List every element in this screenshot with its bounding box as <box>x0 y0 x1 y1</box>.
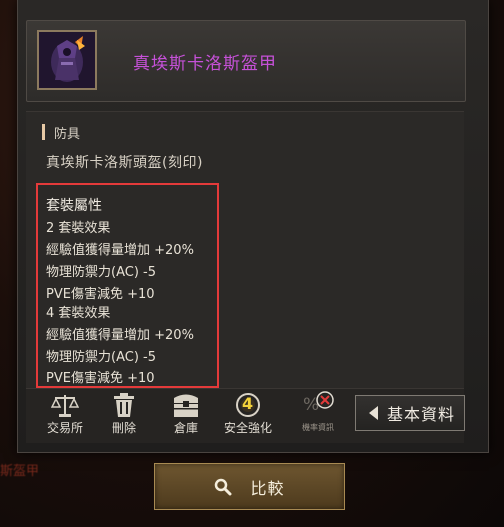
basic-info-button[interactable]: 基本資料 <box>355 395 465 431</box>
delete-button[interactable]: 刪除 <box>94 392 154 436</box>
set-attribute-line: 物理防禦力(AC) -5 <box>46 265 156 280</box>
set-attribute-line: 經驗值獲得量增加 +20% <box>46 328 194 343</box>
probability-info-label: 機率資訊 <box>302 423 334 432</box>
item-header: 真埃斯卡洛斯盔甲 <box>26 20 466 102</box>
set-attributes-title: 套裝屬性 <box>46 198 102 214</box>
category-marker <box>42 124 45 140</box>
background-text-fragment: 斯盔甲 <box>0 464 40 479</box>
trade-label: 交易所 <box>46 421 83 435</box>
warehouse-button[interactable]: 倉庫 <box>156 392 216 436</box>
set-attribute-line: PVE傷害減免 +10 <box>46 287 155 302</box>
set-attribute-line: 物理防禦力(AC) -5 <box>46 350 156 365</box>
compare-button[interactable]: 比較 <box>154 463 345 510</box>
safe-enhance-button[interactable]: 4 安全強化 <box>218 392 278 436</box>
item-category: 防具 <box>54 127 81 142</box>
warehouse-label: 倉庫 <box>173 421 198 435</box>
set-attribute-line: 4 套裝效果 <box>46 306 111 321</box>
close-icon <box>316 391 334 409</box>
set-attribute-line: 經驗值獲得量增加 +20% <box>46 243 194 258</box>
trade-button[interactable]: 交易所 <box>35 392 95 436</box>
enhance-icon: 4 <box>233 392 263 418</box>
set-attribute-line: PVE傷害減免 +10 <box>46 371 155 386</box>
compare-label: 比較 <box>250 478 285 498</box>
scales-icon <box>51 395 79 417</box>
item-name: 真埃斯卡洛斯盔甲 <box>133 54 277 74</box>
delete-label: 刪除 <box>111 421 136 435</box>
trash-icon <box>114 393 134 417</box>
enhance-level-badge: 4 <box>242 394 254 413</box>
chest-icon <box>174 394 198 417</box>
triangle-left-icon <box>369 406 378 420</box>
item-sub-name: 真埃斯卡洛斯頭盔(刻印) <box>46 155 203 171</box>
probability-info-button[interactable]: % 機率資訊 <box>288 391 348 433</box>
set-attribute-line: 2 套裝效果 <box>46 221 111 236</box>
basic-info-label: 基本資料 <box>387 405 456 424</box>
search-icon <box>215 478 232 495</box>
armor-item-icon <box>37 30 97 90</box>
safe-enhance-label: 安全強化 <box>223 421 272 435</box>
